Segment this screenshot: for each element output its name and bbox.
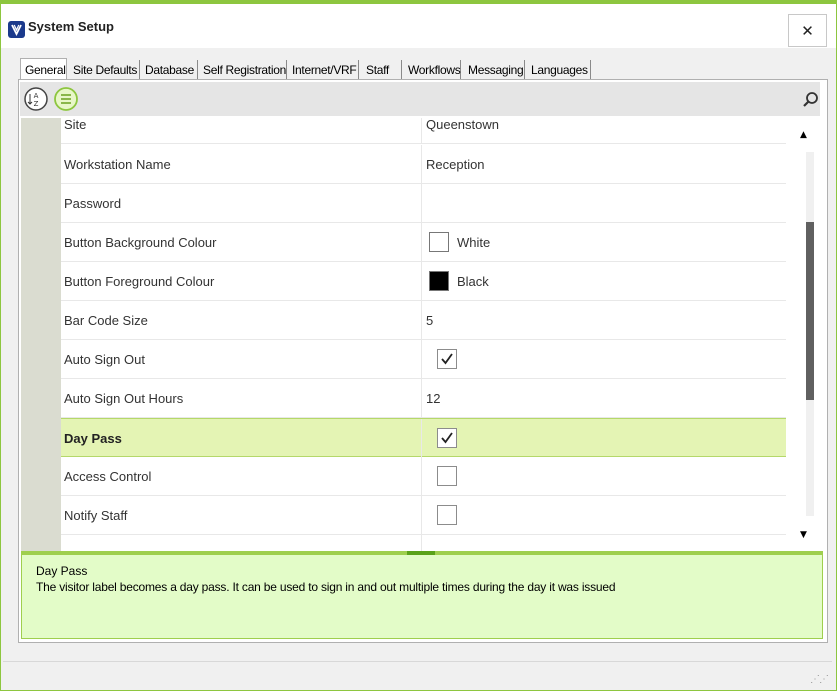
- property-value: [426, 419, 781, 457]
- property-name: [64, 535, 422, 551]
- property-row-site[interactable]: Site Queenstown: [61, 118, 786, 144]
- sort-alphabetical-icon[interactable]: A Z: [23, 86, 49, 112]
- property-value: [426, 457, 781, 495]
- tab-database[interactable]: Database: [141, 60, 198, 79]
- property-value[interactable]: Reception: [426, 145, 781, 183]
- property-row-auto-sign-out[interactable]: Auto Sign Out: [61, 340, 786, 379]
- description-panel: Day Pass The visitor label becomes a day…: [21, 555, 823, 639]
- property-value: [426, 496, 781, 534]
- categorized-list-icon[interactable]: [53, 86, 79, 112]
- property-name: Workstation Name: [64, 145, 422, 183]
- access-control-checkbox[interactable]: [437, 466, 457, 486]
- property-name: Button Foreground Colour: [64, 262, 422, 300]
- vertical-scrollbar[interactable]: ▲ ▼: [794, 118, 823, 551]
- scroll-thumb[interactable]: [806, 222, 814, 400]
- tab-internet-vrf[interactable]: Internet/VRF: [288, 60, 359, 79]
- property-value[interactable]: White: [426, 223, 781, 261]
- search-icon[interactable]: [802, 91, 820, 109]
- property-row-password[interactable]: Password: [61, 184, 786, 223]
- title-bar[interactable]: System Setup ✕: [1, 4, 836, 48]
- property-name: Bar Code Size: [64, 301, 422, 339]
- notify-staff-checkbox[interactable]: [437, 505, 457, 525]
- property-name: Notify Staff: [64, 496, 422, 534]
- property-grid-toolbar: A Z: [20, 82, 820, 116]
- day-pass-checkbox[interactable]: [437, 428, 457, 448]
- property-row-workstation-name[interactable]: Workstation Name Reception: [61, 145, 786, 184]
- scroll-up-icon[interactable]: ▲: [800, 130, 807, 140]
- color-swatch: [429, 232, 449, 252]
- property-value[interactable]: Black: [426, 262, 781, 300]
- status-bar: ⋰⋰: [3, 661, 832, 687]
- property-name: Auto Sign Out: [64, 340, 422, 378]
- close-button[interactable]: ✕: [788, 14, 827, 47]
- tab-staff[interactable]: Staff: [362, 60, 402, 79]
- property-row-button-background-colour[interactable]: Button Background Colour White: [61, 223, 786, 262]
- property-name: Site: [64, 118, 422, 143]
- property-row-button-foreground-colour[interactable]: Button Foreground Colour Black: [61, 262, 786, 301]
- checkmark-icon: [441, 353, 453, 365]
- app-logo-icon: [8, 21, 25, 38]
- grid-gutter: [21, 118, 61, 551]
- property-value[interactable]: [426, 535, 781, 551]
- description-text: The visitor label becomes a day pass. It…: [36, 580, 616, 594]
- tab-self-registration[interactable]: Self Registration: [199, 60, 287, 79]
- property-name: Password: [64, 184, 422, 222]
- tab-strip: General Site Defaults Database Self Regi…: [18, 58, 828, 80]
- property-row-auto-sign-out-hours[interactable]: Auto Sign Out Hours 12: [61, 379, 786, 418]
- property-row-access-control[interactable]: Access Control: [61, 457, 786, 496]
- property-row-bar-code-size[interactable]: Bar Code Size 5: [61, 301, 786, 340]
- tab-site-defaults[interactable]: Site Defaults: [69, 60, 140, 79]
- tab-general[interactable]: General: [20, 58, 67, 80]
- property-name: Button Background Colour: [64, 223, 422, 261]
- tab-languages[interactable]: Languages: [527, 60, 591, 79]
- property-row-partial[interactable]: [61, 535, 786, 551]
- property-row-notify-staff[interactable]: Notify Staff: [61, 496, 786, 535]
- color-value: Black: [457, 273, 489, 289]
- auto-sign-out-checkbox[interactable]: [437, 349, 457, 369]
- property-value[interactable]: Queenstown: [426, 118, 781, 143]
- property-grid: Site Queenstown Workstation Name Recepti…: [21, 118, 823, 551]
- property-row-day-pass[interactable]: Day Pass: [61, 418, 786, 457]
- property-value[interactable]: 5: [426, 301, 781, 339]
- window-title: System Setup: [28, 19, 114, 34]
- scroll-down-icon[interactable]: ▼: [800, 530, 807, 540]
- svg-text:A: A: [34, 92, 39, 100]
- property-value[interactable]: 12: [426, 379, 781, 417]
- color-value: White: [457, 234, 491, 250]
- tab-messaging[interactable]: Messaging: [464, 60, 525, 79]
- close-icon: ✕: [801, 21, 814, 40]
- resize-grip-icon[interactable]: ⋰⋰: [810, 674, 829, 685]
- property-name: Access Control: [64, 457, 422, 495]
- property-name: Day Pass: [64, 419, 422, 457]
- property-value: [426, 340, 781, 378]
- description-title: Day Pass: [36, 564, 88, 578]
- color-swatch: [429, 271, 449, 291]
- tab-workflows[interactable]: Workflows: [404, 60, 461, 79]
- checkmark-icon: [441, 432, 453, 444]
- svg-text:Z: Z: [34, 100, 39, 108]
- property-value[interactable]: [426, 184, 781, 222]
- property-name: Auto Sign Out Hours: [64, 379, 422, 417]
